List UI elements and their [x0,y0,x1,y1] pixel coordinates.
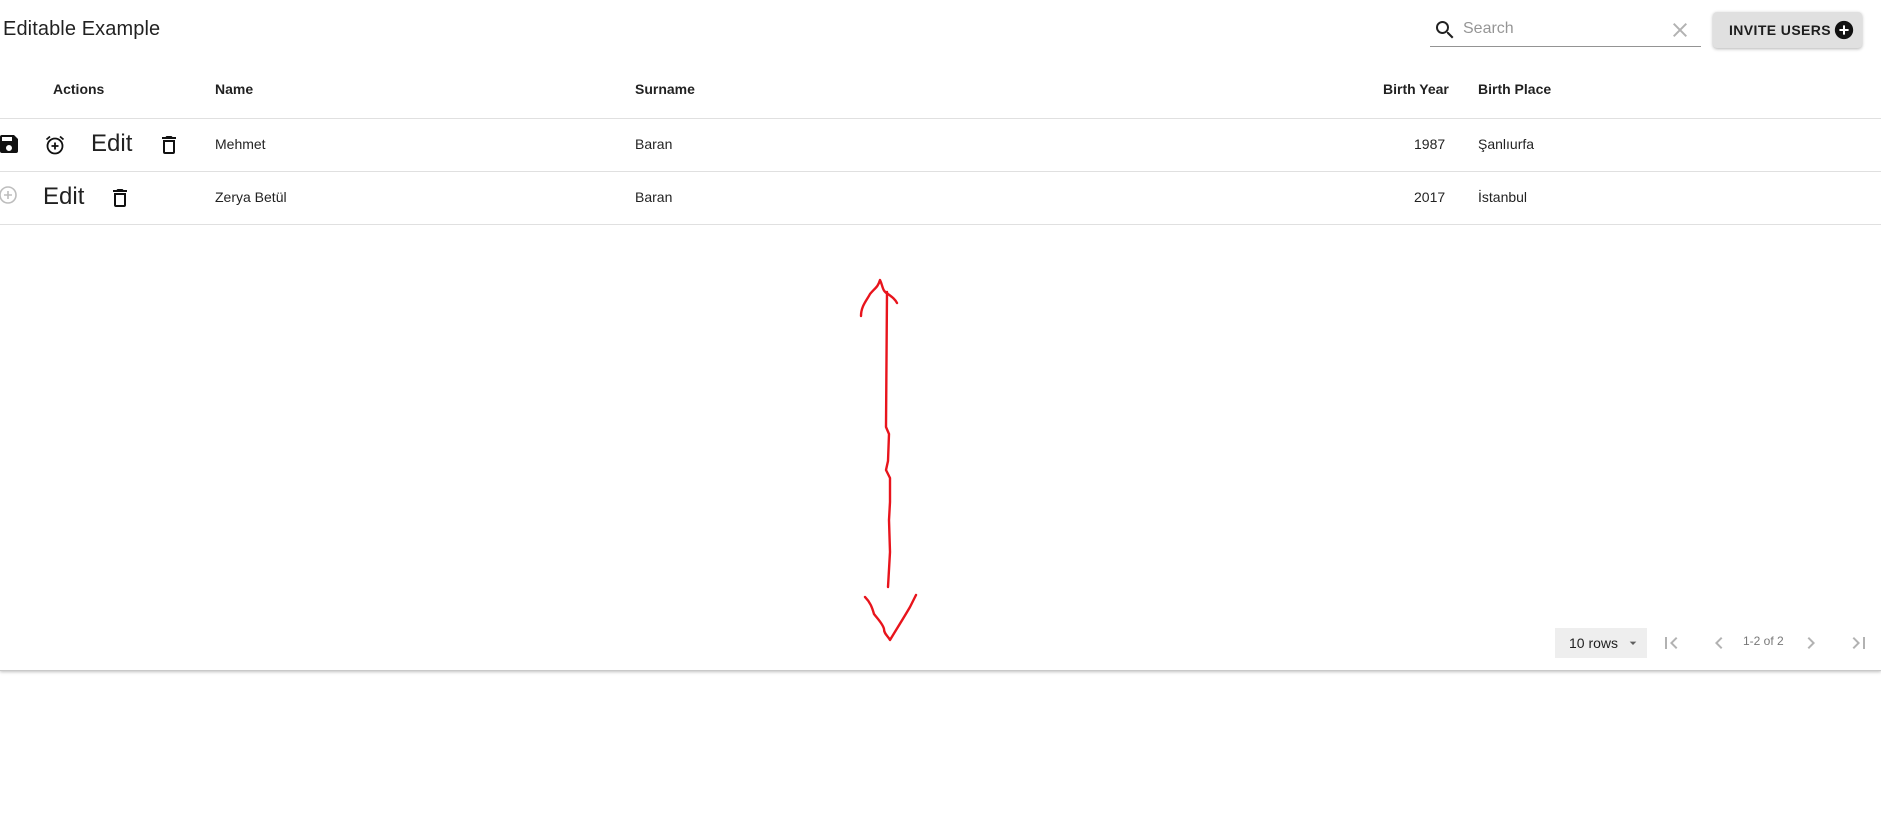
delete-icon[interactable] [157,133,181,157]
header-divider [0,118,1881,119]
invite-users-label: INVITE USERS [1729,22,1832,38]
cell-name: Mehmet [215,136,266,152]
first-page-icon[interactable] [1659,631,1683,655]
column-header-name[interactable]: Name [215,81,253,97]
pagination-range: 1-2 of 2 [1743,634,1784,648]
cell-surname: Baran [635,189,673,205]
column-header-birth-place[interactable]: Birth Place [1478,81,1551,97]
row-divider [0,224,1881,225]
alarm-add-icon[interactable] [43,133,67,157]
page-title: Editable Example [3,18,161,40]
cell-birth-place: Şanlıurfa [1478,136,1535,152]
last-page-icon[interactable] [1847,631,1871,655]
edit-button[interactable]: Edit [43,183,84,211]
table-container: Editable Example INVITE USERS Actions Na… [0,0,1881,671]
cell-birth-year: 2017 [1414,189,1446,205]
next-page-icon[interactable] [1799,631,1823,655]
cell-birth-year: 1987 [1414,136,1446,152]
clear-icon[interactable] [1668,18,1692,42]
row-divider [0,171,1881,172]
invite-users-button[interactable]: INVITE USERS [1713,12,1862,48]
cell-surname: Baran [635,136,673,152]
cell-name: Zerya Betül [215,189,287,205]
save-icon[interactable] [0,132,21,156]
double-arrow-annotation [859,278,918,642]
column-header-actions: Actions [53,81,105,97]
search-field [1430,12,1701,47]
chevron-down-icon [1629,641,1637,645]
search-icon [1436,21,1454,39]
edit-button[interactable]: Edit [91,130,132,158]
add-circle-icon[interactable] [0,183,20,207]
search-input[interactable] [1463,18,1663,40]
delete-icon[interactable] [108,186,132,210]
rows-per-page-select[interactable]: 10 rows [1555,628,1647,658]
column-header-birth-year[interactable]: Birth Year [1383,81,1449,97]
cell-birth-place: İstanbul [1478,189,1528,205]
add-circle-icon [1834,20,1854,40]
rows-per-page-value: 10 rows [1569,635,1619,651]
previous-page-icon[interactable] [1707,631,1731,655]
column-header-surname[interactable]: Surname [635,81,695,97]
